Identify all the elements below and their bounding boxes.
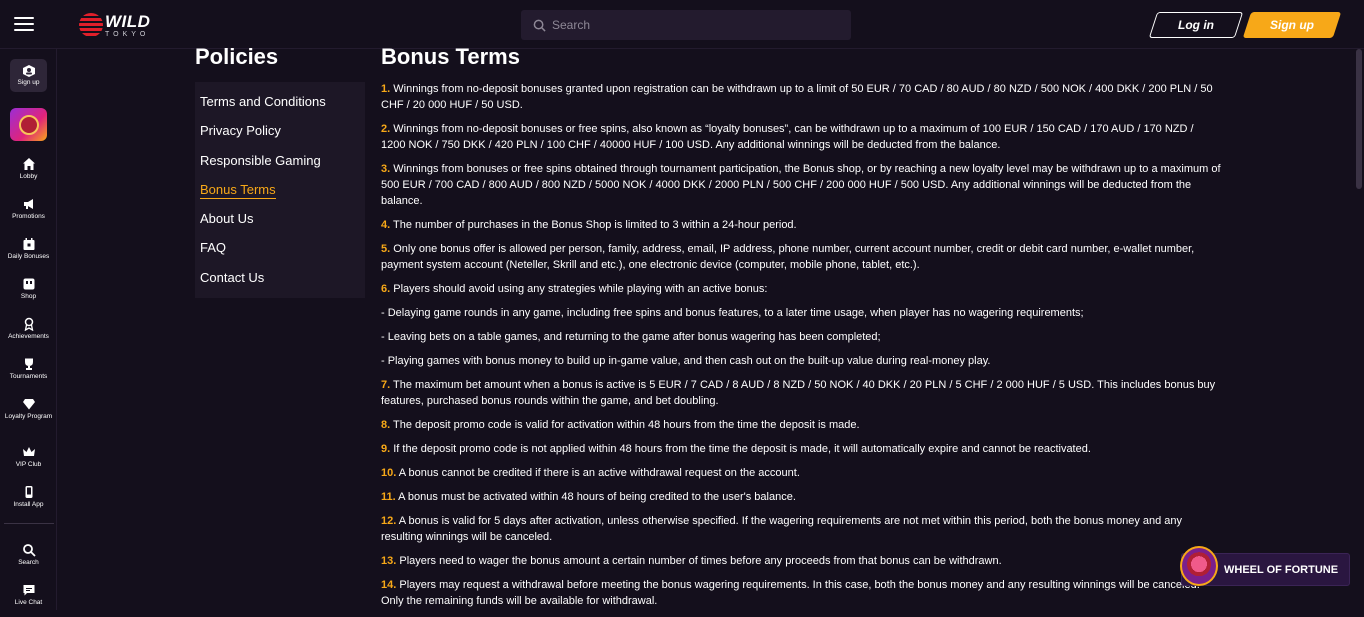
policy-link-contact[interactable]: Contact Us bbox=[195, 269, 365, 298]
term-item: 12. A bonus is valid for 5 days after ac… bbox=[381, 515, 1183, 543]
user-plus-icon bbox=[22, 65, 35, 77]
logo-sun-icon bbox=[79, 13, 103, 37]
chat-icon bbox=[23, 585, 34, 596]
page-title: Bonus Terms bbox=[381, 44, 520, 69]
term-item: 6. Players should avoid using any strate… bbox=[381, 283, 768, 295]
diamond-icon bbox=[22, 399, 35, 410]
term-item: 2. Winnings from no-deposit bonuses or f… bbox=[381, 123, 1194, 151]
home-icon bbox=[22, 158, 35, 170]
term-subitem: - Leaving bets on a table games, and ret… bbox=[381, 331, 881, 343]
search-icon bbox=[22, 544, 36, 557]
policies-title: Policies bbox=[195, 44, 279, 69]
page-scrollbar[interactable] bbox=[1356, 49, 1362, 189]
search-input[interactable] bbox=[552, 18, 832, 32]
sidebar-item-label: Live Chat bbox=[14, 599, 43, 606]
signup-button[interactable]: Sign up bbox=[1242, 12, 1342, 38]
shop-icon bbox=[23, 278, 34, 290]
wheel-mascot-icon bbox=[1180, 545, 1218, 586]
policy-link-about[interactable]: About Us bbox=[195, 210, 365, 239]
sidebar-item-loyalty-program[interactable]: Loyalty Program bbox=[0, 397, 57, 420]
sidebar-item-achievements[interactable]: Achievements bbox=[0, 317, 57, 340]
term-item: 3. Winnings from bonuses or free spins o… bbox=[381, 163, 1221, 207]
crown-icon bbox=[22, 447, 35, 456]
policy-link-responsible-gaming[interactable]: Responsible Gaming bbox=[195, 152, 365, 181]
term-subitem: - Playing games with bonus money to buil… bbox=[381, 355, 991, 367]
phone-icon bbox=[25, 486, 32, 498]
calendar-icon bbox=[23, 238, 34, 250]
medal-icon bbox=[24, 317, 33, 331]
term-item: 11. A bonus must be activated within 48 … bbox=[381, 491, 796, 503]
sidebar-item-lobby[interactable]: Lobby bbox=[0, 157, 57, 180]
sidebar-item-label: Achievements bbox=[8, 333, 49, 340]
policy-link-privacy[interactable]: Privacy Policy bbox=[195, 122, 365, 151]
top-bar: WILD TOKYO Log in Sign up bbox=[0, 0, 1364, 49]
sidebar-item-label: Lobby bbox=[19, 173, 38, 180]
sidebar-item-promotions[interactable]: Promotions bbox=[0, 197, 57, 220]
term-item: 14. Players may request a withdrawal bef… bbox=[381, 579, 1200, 607]
sidebar-item-label: Promotions bbox=[12, 213, 45, 220]
term-item: 10. A bonus cannot be credited if there … bbox=[381, 467, 800, 479]
term-subitem: - Delaying game rounds in any game, incl… bbox=[381, 307, 1084, 319]
sidebar-item-label: Search bbox=[18, 559, 39, 566]
term-item: 5. Only one bonus offer is allowed per p… bbox=[381, 243, 1195, 271]
sidebar: Sign up Lobby Promotions Daily Bonuses S… bbox=[0, 49, 57, 610]
term-item: 4. The number of purchases in the Bonus … bbox=[381, 219, 797, 231]
logo-main-text: WILD bbox=[105, 11, 151, 31]
sidebar-item-tournaments[interactable]: Tournaments bbox=[0, 357, 57, 380]
term-item: 1. Winnings from no-deposit bonuses gran… bbox=[381, 83, 1213, 111]
search-icon bbox=[533, 19, 546, 32]
sidebar-item-label: VIP Club bbox=[15, 461, 42, 468]
term-item: 8. The deposit promo code is valid for a… bbox=[381, 419, 860, 431]
sidebar-item-shop[interactable]: Shop bbox=[0, 277, 57, 300]
term-item: 7. The maximum bet amount when a bonus i… bbox=[381, 379, 1216, 407]
trophy-icon bbox=[24, 358, 33, 370]
term-item: 13. Players need to wager the bonus amou… bbox=[381, 555, 1002, 567]
sidebar-item-label: Daily Bonuses bbox=[7, 253, 50, 260]
sidebar-item-live-chat[interactable]: Live Chat bbox=[0, 583, 57, 606]
policy-link-faq[interactable]: FAQ bbox=[195, 239, 365, 268]
sidebar-item-label: Install App bbox=[13, 501, 44, 508]
search-bar[interactable] bbox=[521, 10, 851, 40]
sidebar-item-label: Loyalty Program bbox=[4, 413, 53, 420]
login-button-label: Log in bbox=[1178, 18, 1214, 32]
sidebar-item-install-app[interactable]: Install App bbox=[0, 485, 57, 508]
policies-menu: Terms and Conditions Privacy Policy Resp… bbox=[195, 82, 365, 298]
sidebar-signup-label: Sign up bbox=[17, 79, 40, 86]
logo-sub-text: TOKYO bbox=[105, 30, 150, 38]
policy-link-bonus-terms[interactable]: Bonus Terms bbox=[195, 181, 365, 210]
hamburger-menu-icon[interactable] bbox=[14, 17, 34, 33]
sidebar-divider bbox=[4, 523, 54, 524]
signup-button-label: Sign up bbox=[1270, 18, 1314, 32]
term-item: 9. If the deposit promo code is not appl… bbox=[381, 443, 1091, 455]
sidebar-item-label: Shop bbox=[20, 293, 37, 300]
sidebar-item-search[interactable]: Search bbox=[0, 543, 57, 566]
megaphone-icon bbox=[23, 199, 33, 209]
wheel-of-fortune-button[interactable]: WHEEL OF FORTUNE bbox=[1180, 545, 1350, 586]
sidebar-item-vip-club[interactable]: VIP Club bbox=[0, 445, 57, 468]
sidebar-promo-banner[interactable] bbox=[10, 108, 47, 141]
monkey-mascot-icon bbox=[18, 114, 39, 135]
policy-link-terms[interactable]: Terms and Conditions bbox=[195, 93, 365, 122]
bonus-terms-list: 1. Winnings from no-deposit bonuses gran… bbox=[381, 81, 1221, 617]
sidebar-signup-button[interactable]: Sign up bbox=[10, 59, 47, 92]
logo[interactable]: WILD TOKYO bbox=[79, 11, 150, 39]
sidebar-item-label: Tournaments bbox=[9, 373, 48, 380]
sidebar-item-daily-bonuses[interactable]: Daily Bonuses bbox=[0, 237, 57, 260]
login-button[interactable]: Log in bbox=[1148, 12, 1244, 38]
wheel-of-fortune-label: WHEEL OF FORTUNE bbox=[1224, 563, 1339, 576]
